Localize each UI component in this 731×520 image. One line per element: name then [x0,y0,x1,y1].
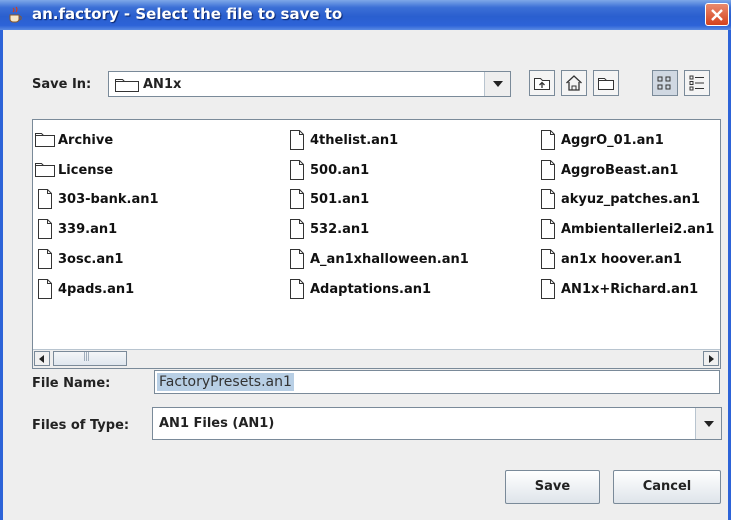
details-view-button[interactable] [684,70,710,96]
chevron-down-icon[interactable] [484,72,510,96]
up-folder-icon [534,78,550,90]
file-list-item-label: License [58,163,114,178]
cancel-button[interactable]: Cancel [613,470,721,504]
file-list-item-label: 3osc.an1 [58,252,124,267]
details-view-icon [689,75,704,91]
file-list-item-label: A_an1xhalloween.an1 [310,252,469,267]
new-folder-button[interactable] [593,70,619,96]
close-icon [711,9,723,21]
file-name-field[interactable]: FactoryPresets.an1 [154,370,720,394]
folder-icon [115,77,139,96]
file-list-item-label: 303-bank.an1 [58,192,159,207]
file-list-item-label: Archive [58,133,114,148]
file-list-item-label: 339.an1 [58,222,118,237]
home-button[interactable] [561,70,587,96]
file-list-item-label: Ambientallerlei2.an1 [561,222,715,237]
save-in-label: Save In: [32,77,92,92]
new-folder-icon [598,78,614,90]
file-type-combo[interactable]: AN1 Files (AN1) [152,407,722,440]
file-list-item-label: akyuz_patches.an1 [561,192,701,207]
save-in-value: AN1x [143,77,182,92]
file-list-item-label: 4thelist.an1 [310,133,399,148]
save-button[interactable]: Save [505,470,600,504]
up-folder-button[interactable] [529,70,555,96]
file-list[interactable]: Archive License 303-bank.an1 339.an1 3osc.an… [32,119,721,369]
chevron-down-icon[interactable] [695,408,721,439]
file-list-item-label: an1x hoover.an1 [561,252,682,267]
scroll-right-icon[interactable] [703,351,719,366]
save-dialog: an.factory - Select the file to save to … [0,0,731,520]
window-title: an.factory - Select the file to save to [32,5,343,23]
window-border-left [0,30,3,520]
file-name-label: File Name: [32,376,111,391]
close-button[interactable] [705,3,729,26]
file-type-value: AN1 Files (AN1) [159,416,275,431]
file-list-item-label: 4pads.an1 [58,282,135,297]
home-icon [566,75,582,91]
file-list-item-label: 501.an1 [310,192,370,207]
file-type-label: Files of Type: [32,418,130,433]
file-list-item-label: AggroBeast.an1 [561,163,679,178]
title-bar[interactable]: an.factory - Select the file to save to [0,0,731,30]
file-list-item-label: 532.an1 [310,222,370,237]
horizontal-scrollbar[interactable] [33,349,720,368]
file-list-item-label: AggrO_01.an1 [561,133,664,148]
file-name-value: FactoryPresets.an1 [157,373,294,391]
file-list-item-label: AN1x+Richard.an1 [561,282,699,297]
java-cup-icon [6,6,24,24]
list-view-icon [657,76,671,90]
file-list-item-label: Adaptations.an1 [310,282,432,297]
save-in-combo[interactable]: AN1x [108,71,511,97]
file-list-item-label: 500.an1 [310,163,370,178]
list-view-button[interactable] [652,70,678,96]
scroll-left-icon[interactable] [34,351,50,366]
scroll-thumb[interactable] [53,351,127,366]
